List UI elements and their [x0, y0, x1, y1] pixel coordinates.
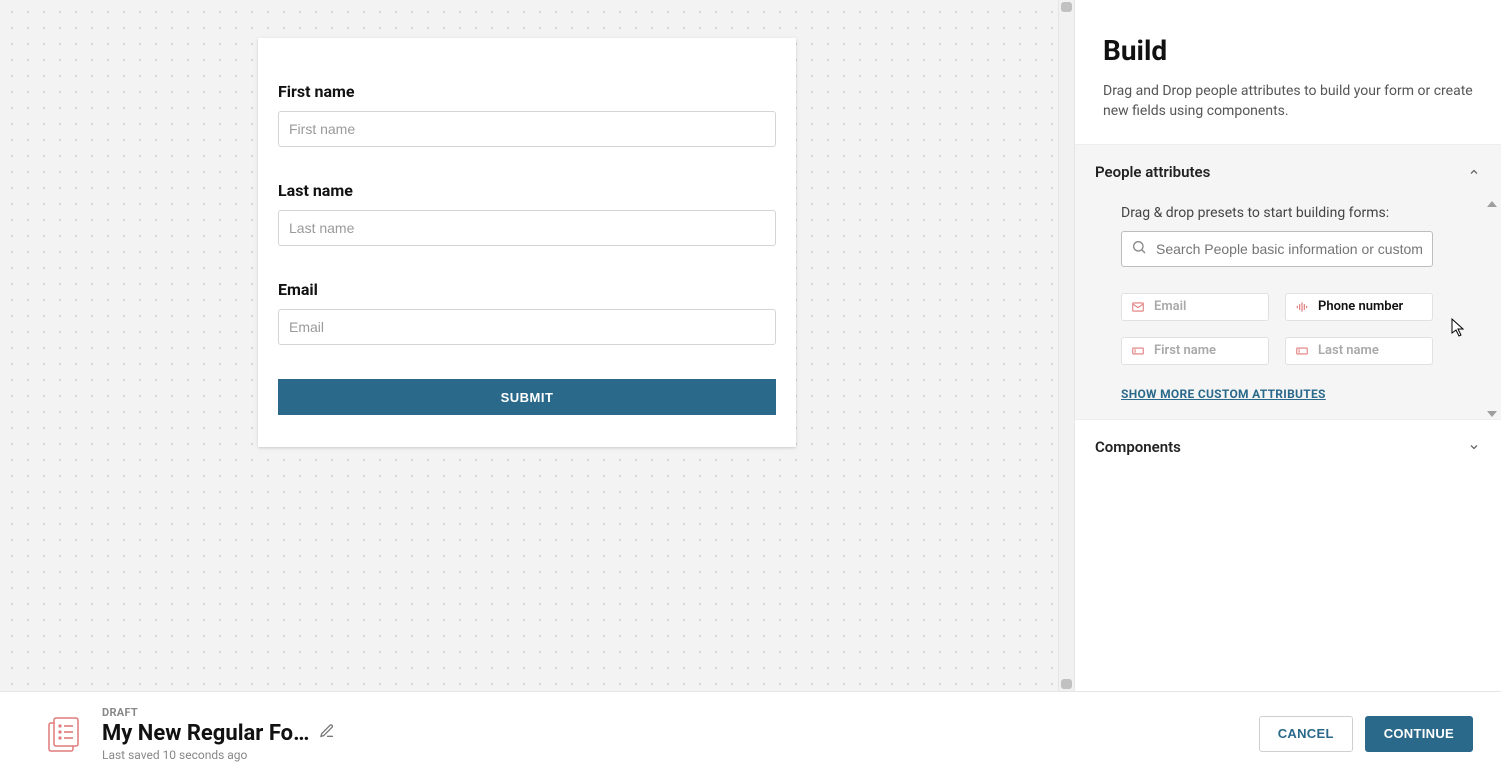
chip-label: First name: [1154, 343, 1216, 358]
people-attributes-label: People attributes: [1095, 163, 1210, 181]
people-attributes-toggle[interactable]: People attributes: [1075, 145, 1501, 199]
last-name-label: Last name: [278, 181, 776, 200]
scroll-down-icon[interactable]: [1487, 411, 1497, 417]
panel-title: Build: [1103, 34, 1473, 67]
show-more-attributes-link[interactable]: SHOW MORE CUSTOM ATTRIBUTES: [1121, 387, 1481, 401]
chip-label: Email: [1154, 299, 1186, 314]
first-name-label: First name: [278, 82, 776, 101]
search-icon: [1131, 239, 1147, 259]
last-saved-text: Last saved 10 seconds ago: [102, 748, 335, 762]
scrollbar-up-affordance[interactable]: [1061, 2, 1072, 12]
first-name-input[interactable]: [278, 111, 776, 147]
bars-icon: [1294, 299, 1310, 315]
last-name-input[interactable]: [278, 210, 776, 246]
cancel-button[interactable]: CANCEL: [1259, 716, 1353, 752]
text-field-icon: [1294, 343, 1310, 359]
form-title: My New Regular Fo…: [102, 721, 309, 746]
components-label: Components: [1095, 438, 1181, 456]
continue-button[interactable]: CONTINUE: [1365, 716, 1473, 752]
form-preview-card: First name Last name Email SUBMIT: [258, 38, 796, 447]
canvas-scrollbar[interactable]: [1058, 0, 1074, 691]
scrollbar-down-affordance[interactable]: [1061, 679, 1072, 689]
form-field-email[interactable]: Email: [278, 280, 776, 345]
form-document-icon: [44, 714, 84, 754]
chevron-down-icon: [1467, 440, 1481, 454]
submit-button[interactable]: SUBMIT: [278, 379, 776, 415]
chip-label: Last name: [1318, 343, 1379, 358]
form-canvas[interactable]: First name Last name Email SUBMIT: [0, 0, 1074, 691]
drag-drop-hint: Drag & drop presets to start building fo…: [1121, 205, 1481, 221]
form-field-last-name[interactable]: Last name: [278, 181, 776, 246]
components-section: Components: [1075, 420, 1501, 474]
scroll-up-icon[interactable]: [1487, 201, 1497, 207]
form-status-badge: DRAFT: [102, 706, 335, 719]
chevron-up-icon: [1467, 165, 1481, 179]
email-input[interactable]: [278, 309, 776, 345]
build-side-panel: Build Drag and Drop people attributes to…: [1074, 0, 1501, 691]
attr-chip-email[interactable]: Email: [1121, 293, 1269, 321]
panel-subtitle: Drag and Drop people attributes to build…: [1103, 81, 1473, 122]
attr-chip-phone-number[interactable]: Phone number: [1285, 293, 1433, 321]
form-field-first-name[interactable]: First name: [278, 82, 776, 147]
text-field-icon: [1130, 343, 1146, 359]
email-label: Email: [278, 280, 776, 299]
attribute-search-input[interactable]: [1121, 231, 1433, 267]
attr-chip-last-name[interactable]: Last name: [1285, 337, 1433, 365]
envelope-icon: [1130, 299, 1146, 315]
people-attributes-section: People attributes Drag & drop presets to…: [1075, 145, 1501, 420]
editor-footer: DRAFT My New Regular Fo… Last saved 10 s…: [0, 691, 1501, 775]
attributes-inner-scrollbar[interactable]: [1486, 199, 1498, 419]
chip-label: Phone number: [1318, 299, 1403, 314]
attr-chip-first-name[interactable]: First name: [1121, 337, 1269, 365]
components-toggle[interactable]: Components: [1075, 420, 1501, 474]
edit-title-button[interactable]: [319, 723, 335, 743]
